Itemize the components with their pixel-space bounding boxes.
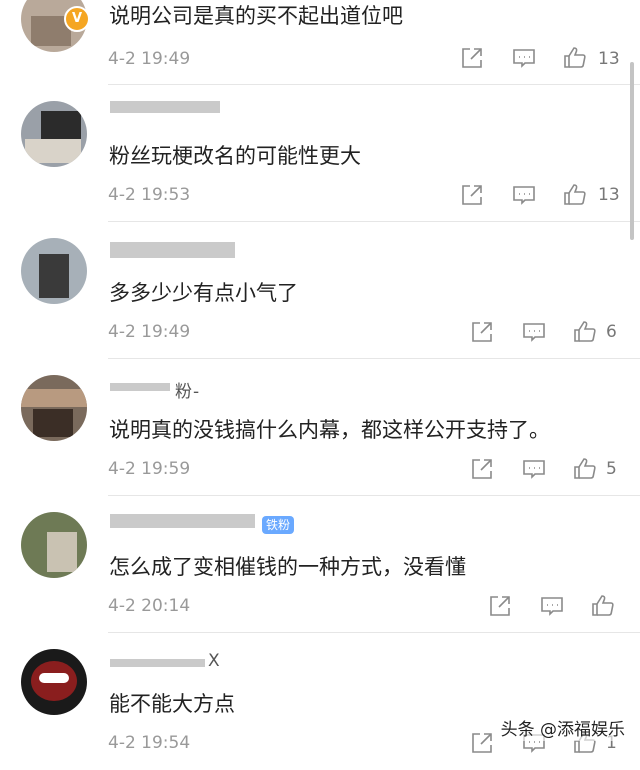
username-blurred	[110, 383, 170, 391]
avatar[interactable]	[21, 649, 87, 715]
share-icon[interactable]	[488, 594, 512, 618]
username-blurred	[110, 659, 205, 667]
comment-text: 怎么成了变相催钱的一种方式，没看懂	[109, 555, 466, 579]
comment-text: 能不能大方点	[109, 692, 235, 716]
share-icon[interactable]	[460, 183, 484, 207]
verified-badge-icon: V	[64, 6, 90, 32]
username-blurred	[110, 242, 235, 258]
like-count: 5	[606, 459, 617, 479]
username-blurred	[110, 101, 220, 113]
comment-item: 粉丝玩梗改名的可能性更大 4-2 19:53 13	[0, 85, 640, 222]
share-icon[interactable]	[470, 731, 494, 755]
comment-text: 说明真的没钱搞什么内幕，都这样公开支持了。	[109, 418, 550, 442]
like-icon[interactable]	[591, 594, 615, 618]
comment-time: 4-2 19:53	[108, 185, 191, 205]
comment-item: X 能不能大方点 4-2 19:54 1	[0, 633, 640, 770]
comment-text: 多多少少有点小气了	[109, 281, 298, 305]
like-count: 6	[606, 322, 617, 342]
comment-time: 4-2 20:14	[108, 596, 191, 616]
comment-time: 4-2 19:59	[108, 459, 191, 479]
avatar[interactable]	[21, 375, 87, 441]
username-blurred	[110, 514, 255, 528]
avatar[interactable]	[21, 512, 87, 578]
comment-text: 说明公司是真的买不起出道位吧	[109, 4, 403, 28]
share-icon[interactable]	[460, 46, 484, 70]
comment-time: 4-2 19:54	[108, 733, 191, 753]
comment-text: 粉丝玩梗改名的可能性更大	[109, 144, 361, 168]
comment-item: 铁粉 怎么成了变相催钱的一种方式，没看懂 4-2 20:14	[0, 496, 640, 633]
like-count: 13	[598, 185, 620, 205]
avatar[interactable]	[21, 238, 87, 304]
comment-icon[interactable]	[512, 46, 536, 70]
comment-icon[interactable]	[522, 457, 546, 481]
like-icon[interactable]	[573, 457, 597, 481]
avatar[interactable]	[21, 101, 87, 167]
like-icon[interactable]	[563, 46, 587, 70]
scrollbar[interactable]	[630, 62, 634, 240]
like-count: 13	[598, 49, 620, 69]
comment-item: V 说明公司是真的买不起出道位吧 4-2 19:49 13	[0, 0, 640, 85]
watermark: 头条 @添福娱乐	[497, 714, 628, 741]
comment-time: 4-2 19:49	[108, 322, 191, 342]
like-icon[interactable]	[573, 320, 597, 344]
comment-icon[interactable]	[512, 183, 536, 207]
share-icon[interactable]	[470, 320, 494, 344]
username[interactable]: X	[208, 651, 221, 671]
username[interactable]: 粉-	[175, 377, 200, 402]
like-icon[interactable]	[563, 183, 587, 207]
comment-icon[interactable]	[522, 320, 546, 344]
comment-item: 多多少少有点小气了 4-2 19:49 6	[0, 222, 640, 359]
comment-item: 粉- 说明真的没钱搞什么内幕，都这样公开支持了。 4-2 19:59 5	[0, 359, 640, 496]
fan-badge: 铁粉	[262, 516, 295, 534]
comment-time: 4-2 19:49	[108, 49, 191, 69]
share-icon[interactable]	[470, 457, 494, 481]
comment-icon[interactable]	[540, 594, 564, 618]
